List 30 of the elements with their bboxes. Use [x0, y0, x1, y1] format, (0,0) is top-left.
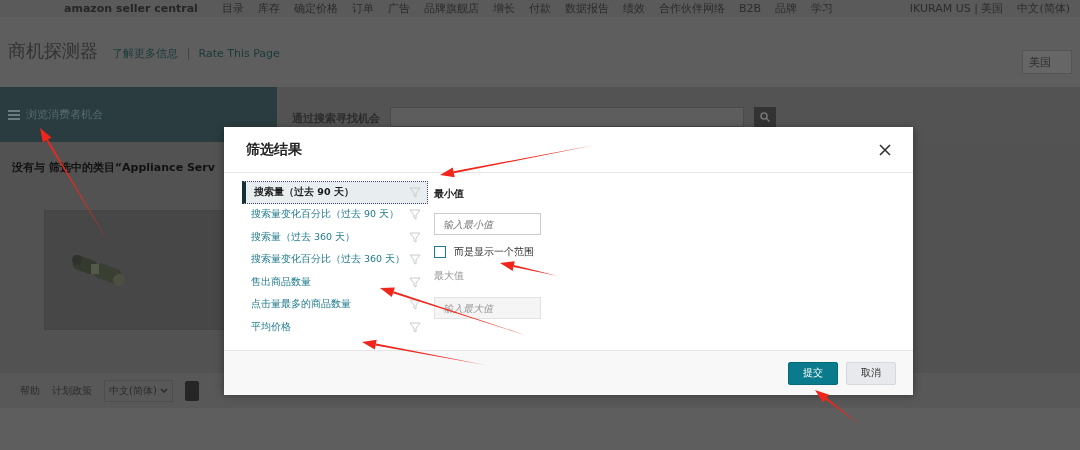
filter-option[interactable]: 搜索量变化百分比（过去 90 天）: [242, 203, 428, 226]
filter-option[interactable]: 搜索量变化百分比（过去 360 天）: [242, 248, 428, 271]
filter-icon: [409, 299, 421, 311]
filter-option[interactable]: 售出商品数量: [242, 271, 428, 294]
search-field[interactable]: [390, 107, 744, 127]
dialog-title: 筛选结果: [246, 140, 303, 159]
header-link[interactable]: Rate This Page: [198, 47, 280, 60]
filter-option[interactable]: 搜索量（过去 360 天）: [242, 226, 428, 249]
filter-icon: [409, 231, 421, 243]
search-button[interactable]: [754, 107, 776, 127]
min-value-label: 最小值: [434, 187, 465, 201]
search-icon: [760, 112, 770, 122]
filter-icon: [409, 321, 421, 333]
range-checkbox-label: 而是显示一个范围: [454, 245, 534, 259]
max-value-label: 最大值: [434, 269, 465, 283]
app-icon[interactable]: [184, 380, 199, 401]
close-icon[interactable]: [879, 143, 891, 156]
filter-icon: [409, 186, 421, 198]
menu-icon: [8, 109, 20, 120]
filter-icon: [409, 209, 421, 221]
filter-option[interactable]: 点击量最多的商品数量: [242, 293, 428, 316]
filter-option[interactable]: 平均价格: [242, 316, 428, 339]
submit-button[interactable]: 提交: [788, 361, 838, 385]
filter-icon: [409, 254, 421, 266]
min-value-field[interactable]: 输入最小值: [434, 213, 541, 235]
filter-option[interactable]: 搜索量（过去 90 天）: [242, 181, 428, 204]
chevron-icon: [159, 388, 168, 393]
filter-icon: [409, 276, 421, 288]
cancel-button[interactable]: 取消: [846, 361, 896, 385]
range-checkbox[interactable]: [434, 246, 446, 258]
